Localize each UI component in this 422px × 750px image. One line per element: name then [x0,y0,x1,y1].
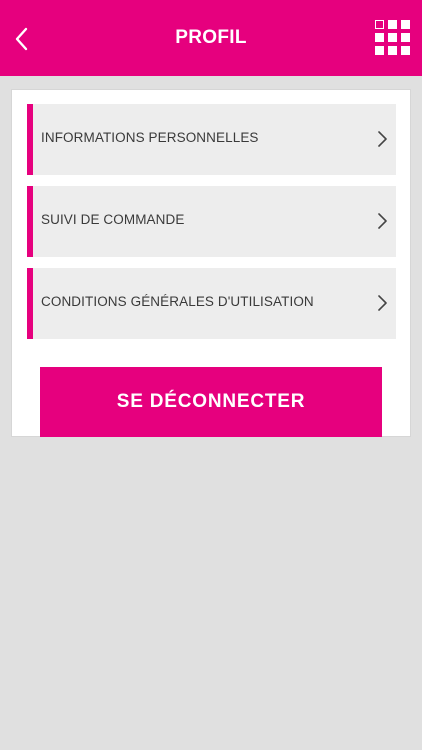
logout-button[interactable]: SE DÉCONNECTER [40,367,382,437]
menu-item-label: INFORMATIONS PERSONNELLES [41,130,259,145]
chevron-right-icon [378,131,387,147]
menu-item-personal-info[interactable]: INFORMATIONS PERSONNELLES [27,104,396,175]
page-title: PROFIL [175,27,247,48]
chevron-right-icon [378,213,387,229]
profile-menu-card: INFORMATIONS PERSONNELLES SUIVI DE COMMA… [11,89,411,437]
grid-menu-button[interactable] [372,19,412,57]
menu-item-label: SUIVI DE COMMANDE [41,212,185,227]
menu-item-terms-of-use[interactable]: CONDITIONS GÉNÉRALES D'UTILISATION [27,268,396,339]
chevron-right-icon [378,295,387,311]
header-bar: PROFIL [0,0,422,76]
menu-item-label: CONDITIONS GÉNÉRALES D'UTILISATION [41,294,314,309]
menu-item-order-tracking[interactable]: SUIVI DE COMMANDE [27,186,396,257]
